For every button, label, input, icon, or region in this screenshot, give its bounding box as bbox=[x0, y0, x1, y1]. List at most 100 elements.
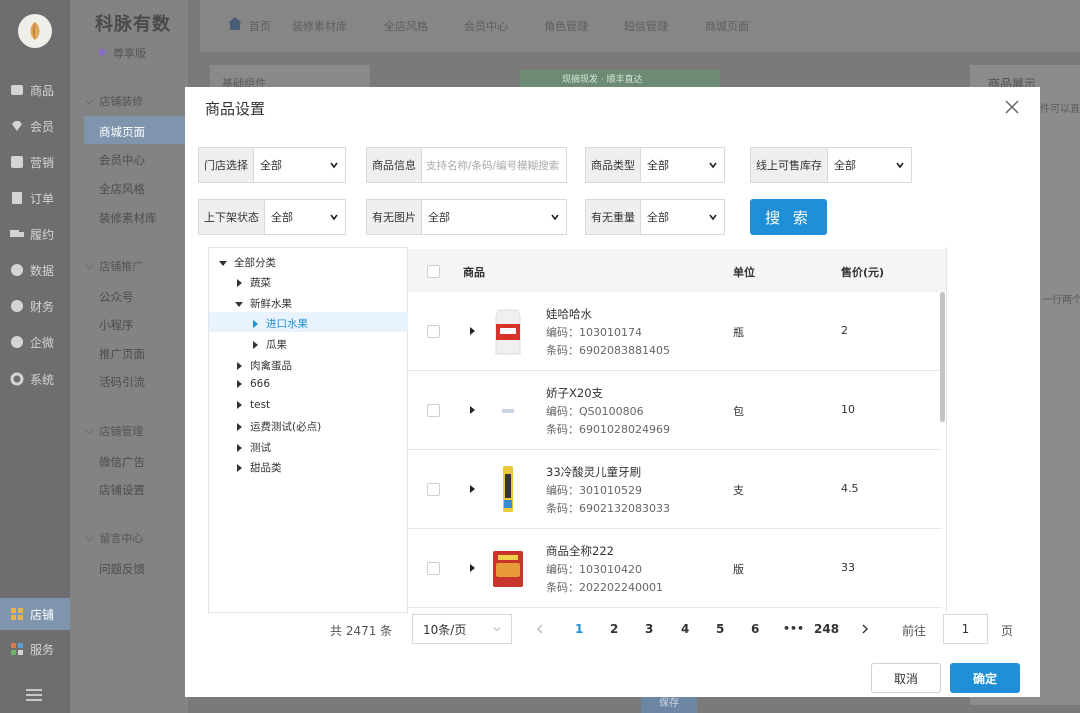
sidebar-item-live-code[interactable]: 活码引流 bbox=[99, 374, 145, 390]
page-size-select[interactable]: 10条/页 bbox=[412, 614, 512, 644]
tree-node[interactable]: 甜品类 bbox=[235, 460, 282, 475]
page-number[interactable]: 1 bbox=[575, 622, 583, 636]
row-checkbox[interactable] bbox=[427, 483, 440, 496]
sidebar-item-member-center[interactable]: 会员中心 bbox=[99, 152, 145, 168]
caret-right-icon[interactable] bbox=[468, 564, 476, 572]
tree-node[interactable]: test bbox=[235, 399, 270, 411]
prev-page-icon[interactable] bbox=[536, 624, 544, 634]
caret-right-icon bbox=[253, 319, 258, 328]
tree-node[interactable]: 蔬菜 bbox=[235, 275, 271, 290]
tree-node-selected[interactable]: 进口水果 bbox=[251, 316, 308, 331]
rail-item-member[interactable]: 会员 bbox=[0, 111, 70, 141]
tree-node[interactable]: 测试 bbox=[235, 440, 271, 455]
row-checkbox[interactable] bbox=[427, 404, 440, 417]
sidebar-item-official-account[interactable]: 公众号 bbox=[99, 289, 134, 305]
caret-right-icon[interactable] bbox=[468, 406, 476, 414]
sidebar-section-decor[interactable]: ⌵ 店铺装修 bbox=[85, 93, 143, 109]
rail-item-finance[interactable]: 财务 bbox=[0, 291, 70, 321]
save-button[interactable]: 保存 bbox=[641, 695, 697, 713]
product-code: 编码：QS0100806 bbox=[546, 405, 644, 418]
sidebar-item-mall-page[interactable]: 商城页面 bbox=[99, 124, 145, 140]
caret-right-icon[interactable] bbox=[468, 327, 476, 335]
caret-right-icon[interactable] bbox=[468, 485, 476, 493]
delivery-icon bbox=[10, 230, 24, 237]
next-page-icon[interactable] bbox=[861, 624, 869, 634]
page-number[interactable]: 2 bbox=[610, 622, 618, 636]
select-value: 全部 bbox=[647, 159, 669, 172]
product-barcode: 条码：6902132083033 bbox=[546, 502, 670, 515]
nav-tab[interactable]: 全店风格 bbox=[384, 18, 428, 34]
marketing-icon bbox=[11, 156, 23, 168]
chevron-down-icon bbox=[330, 162, 338, 169]
nav-tab[interactable]: 商城页面 bbox=[705, 18, 749, 34]
cancel-button[interactable]: 取消 bbox=[871, 663, 941, 693]
nav-home[interactable]: 首页 bbox=[249, 18, 271, 34]
filter-label: 商品信息 bbox=[367, 148, 422, 182]
sidebar-item-materials[interactable]: 装修素材库 bbox=[99, 210, 157, 226]
product-code: 编码：103010420 bbox=[546, 563, 642, 576]
nav-tab[interactable]: 会员中心 bbox=[464, 18, 508, 34]
sidebar-item-mini-program[interactable]: 小程序 bbox=[99, 317, 134, 333]
rail-item-wecom[interactable]: 企微 bbox=[0, 327, 70, 357]
tree-label: test bbox=[250, 399, 271, 411]
stock-select[interactable]: 全部 bbox=[828, 148, 911, 182]
page-number[interactable]: 5 bbox=[716, 622, 724, 636]
nav-tab[interactable]: 角色管理 bbox=[544, 18, 588, 34]
rail-item-service[interactable]: 服务 bbox=[0, 634, 70, 664]
menu-icon[interactable] bbox=[26, 689, 42, 701]
table-row[interactable]: 33冷酸灵儿童牙刷 编码：301010529 条码：6902132083033 … bbox=[408, 450, 942, 529]
table-row[interactable]: 娃哈哈水 编码：103010174 条码：6902083881405 瓶 2 bbox=[408, 292, 942, 371]
sidebar-item-wechat-ads[interactable]: 微信广告 bbox=[99, 454, 145, 470]
sidebar-section-messages[interactable]: ⌵ 留言中心 bbox=[85, 530, 143, 546]
search-button[interactable]: 搜 索 bbox=[750, 199, 827, 235]
sidebar-item-feedback[interactable]: 问题反馈 bbox=[99, 561, 145, 577]
page-ellipsis[interactable]: ••• bbox=[783, 622, 804, 635]
shelf-select[interactable]: 全部 bbox=[265, 200, 345, 234]
column-header-product: 商品 bbox=[463, 266, 485, 279]
page-number[interactable]: 6 bbox=[751, 622, 759, 636]
tree-node[interactable]: 瓜果 bbox=[251, 337, 287, 352]
rail-item-store[interactable]: 店铺 bbox=[0, 598, 70, 630]
product-search-input[interactable]: 支持名称/条码/编号模糊搜索 bbox=[422, 148, 566, 182]
tree-node[interactable]: 666 bbox=[235, 378, 270, 390]
confirm-button[interactable]: 确定 bbox=[950, 663, 1020, 693]
table-row[interactable]: 娇子X20支 编码：QS0100806 条码：6901028024969 包 1… bbox=[408, 371, 942, 450]
product-unit: 包 bbox=[733, 405, 744, 418]
tree-node-root[interactable]: 全部分类 bbox=[219, 255, 276, 270]
tree-node[interactable]: 运费测试(必点) bbox=[235, 419, 321, 434]
nav-tab[interactable]: 短信管理 bbox=[624, 18, 668, 34]
select-all-checkbox[interactable] bbox=[427, 265, 440, 278]
table-row[interactable]: 商品全称222 编码：103010420 条码：202202240001 版 3… bbox=[408, 529, 942, 608]
caret-down-icon bbox=[219, 260, 227, 266]
member-icon bbox=[12, 121, 22, 131]
page-number-last[interactable]: 248 bbox=[814, 622, 839, 636]
rail-item-order[interactable]: 订单 bbox=[0, 183, 70, 213]
rail-item-system[interactable]: 系统 bbox=[0, 364, 70, 394]
chevron-down-icon bbox=[493, 627, 501, 632]
row-checkbox[interactable] bbox=[427, 325, 440, 338]
close-icon[interactable] bbox=[1003, 98, 1021, 116]
table-scrollbar[interactable] bbox=[940, 292, 945, 422]
nav-tab[interactable]: 装修素材库 bbox=[292, 18, 347, 34]
rail-item-label: 企微 bbox=[30, 335, 55, 350]
rail-item-goods[interactable]: 商品 bbox=[0, 75, 70, 105]
rail-item-delivery[interactable]: 履约 bbox=[0, 219, 70, 249]
page-number[interactable]: 4 bbox=[681, 622, 689, 636]
store-select[interactable]: 全部 bbox=[254, 148, 345, 182]
sidebar-section-manage[interactable]: ⌵ 店铺管理 bbox=[85, 423, 143, 439]
sidebar-item-store-settings[interactable]: 店铺设置 bbox=[99, 482, 145, 498]
tree-node[interactable]: 新鲜水果 bbox=[235, 296, 292, 311]
type-select[interactable]: 全部 bbox=[641, 148, 724, 182]
sidebar-item-store-style[interactable]: 全店风格 bbox=[99, 181, 145, 197]
weight-select[interactable]: 全部 bbox=[641, 200, 724, 234]
tree-node[interactable]: 肉禽蛋品 bbox=[235, 358, 292, 373]
page-number[interactable]: 3 bbox=[645, 622, 653, 636]
image-select[interactable]: 全部 bbox=[422, 200, 566, 234]
rail-item-marketing[interactable]: 营销 bbox=[0, 147, 70, 177]
sidebar-item-promo-page[interactable]: 推广页面 bbox=[99, 346, 145, 362]
sidebar-section-promo[interactable]: ⌵ 店铺推广 bbox=[85, 258, 143, 274]
row-checkbox[interactable] bbox=[427, 562, 440, 575]
rail-item-data[interactable]: 数据 bbox=[0, 255, 70, 285]
filter-label: 门店选择 bbox=[199, 148, 254, 182]
goto-page-input[interactable]: 1 bbox=[943, 614, 988, 644]
